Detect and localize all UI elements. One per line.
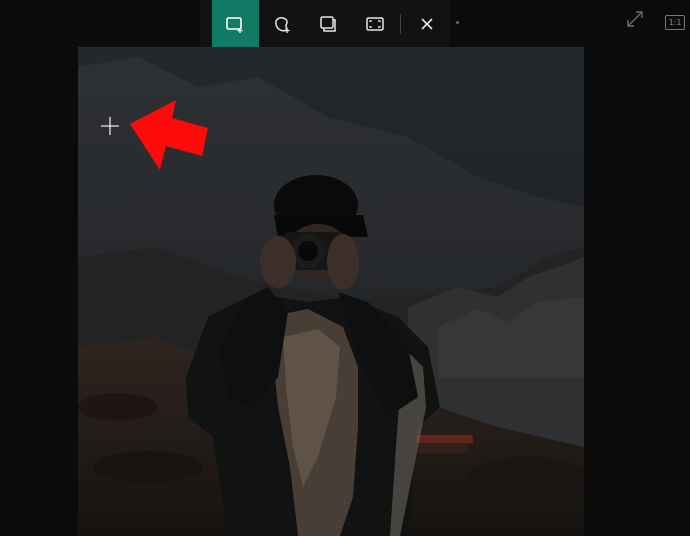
snipping-screen: 1:1 [0,0,690,536]
toolbar-separator [400,13,402,34]
aspect-ratio-button[interactable]: 1:1 [665,15,685,30]
window-snip-icon [317,14,339,34]
toolbar-drag-dot [456,21,459,24]
close-icon [419,16,435,32]
red-arrow-icon [128,98,210,173]
freeform-snip-button[interactable] [259,0,306,47]
rectangle-snip-icon [224,14,246,34]
expand-button[interactable] [624,10,646,32]
fullscreen-snip-icon [364,14,386,34]
fullscreen-snip-button[interactable] [352,0,399,47]
expand-icon [626,10,644,32]
window-snip-button[interactable] [305,0,352,47]
snip-toolbar [200,0,450,47]
close-snip-button[interactable] [403,0,450,47]
crosshair-icon [100,116,120,136]
freeform-snip-icon [271,14,293,34]
rectangle-snip-button[interactable] [211,0,259,47]
